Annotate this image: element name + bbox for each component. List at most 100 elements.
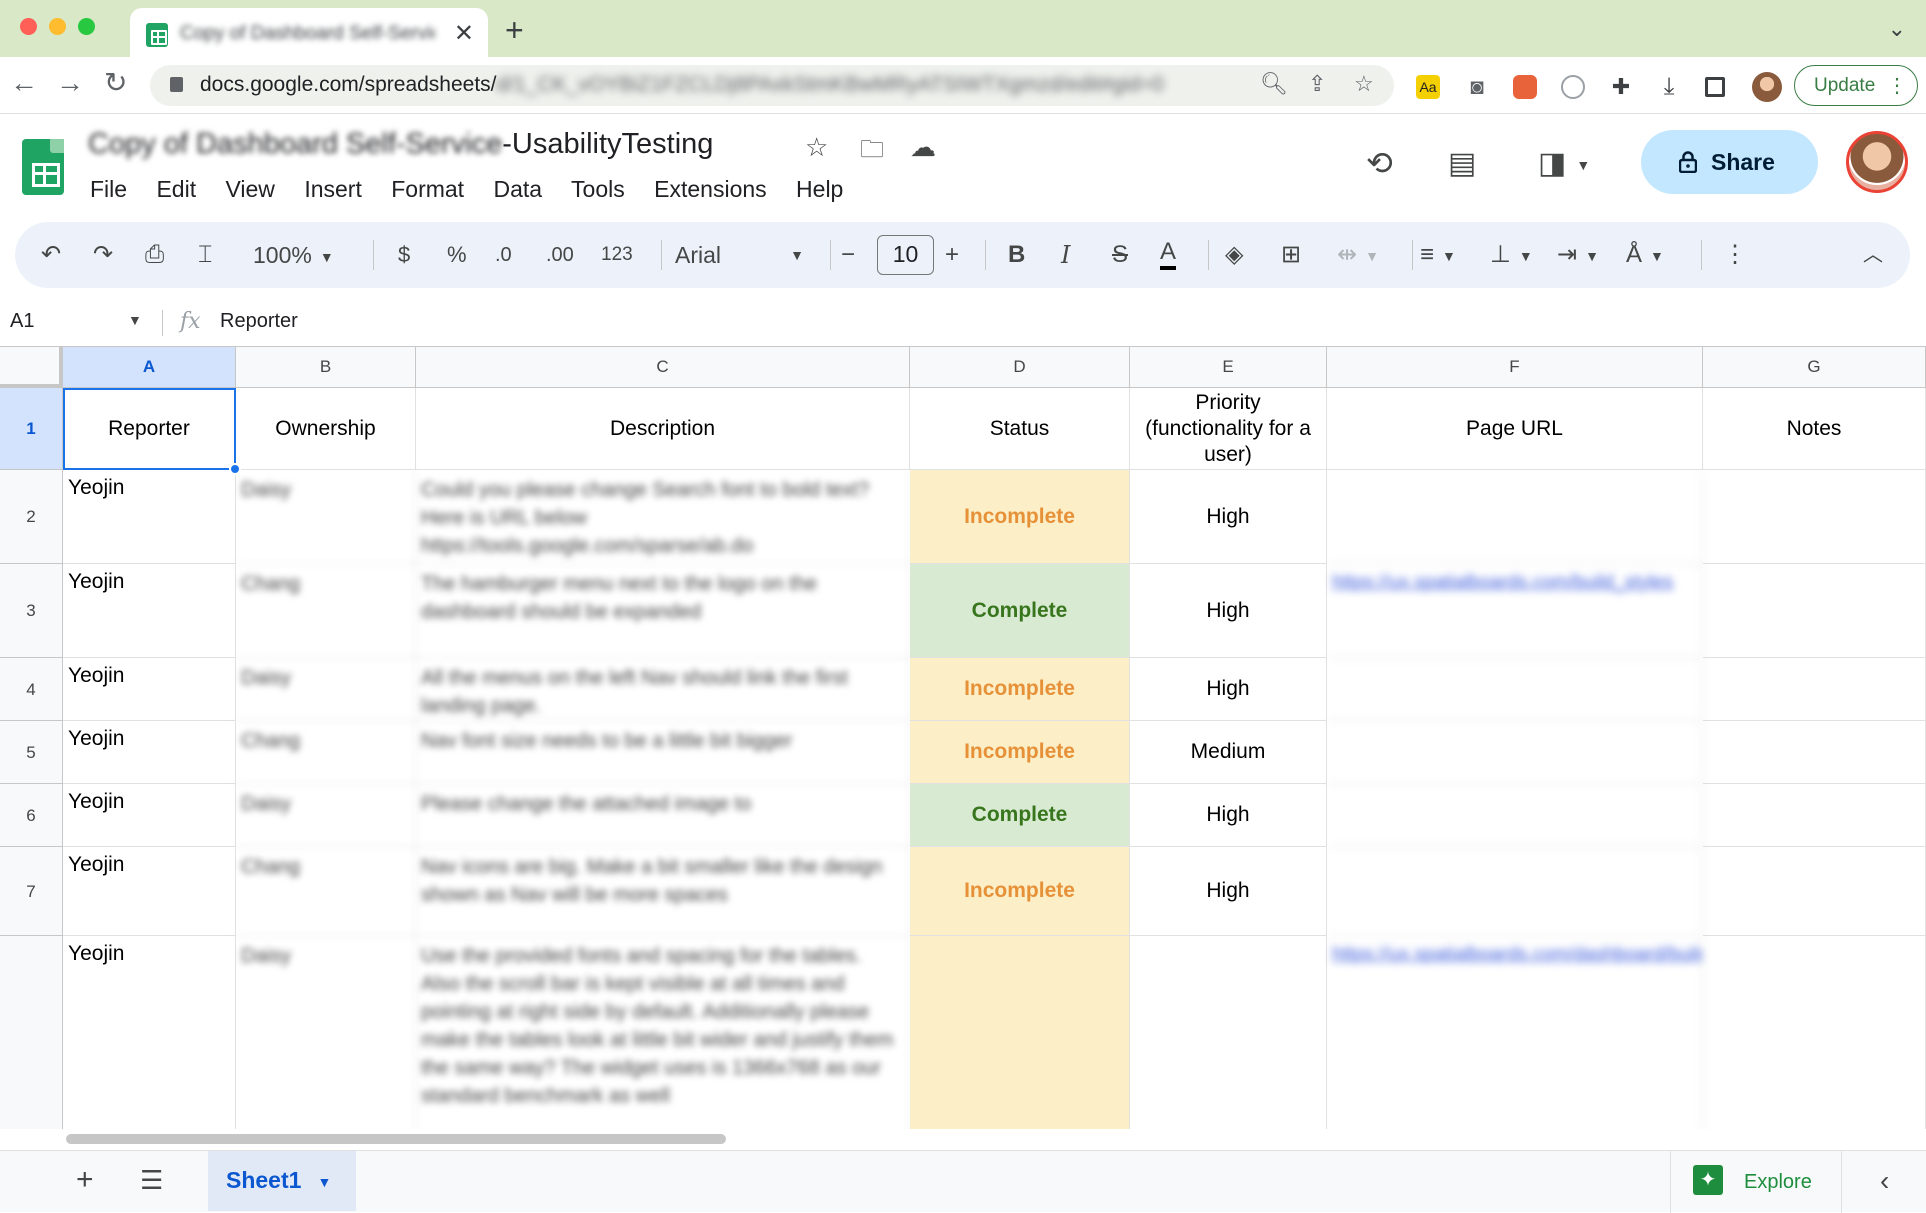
all-sheets-menu-icon[interactable]: ☰ xyxy=(140,1165,163,1196)
row-header-5[interactable]: 5 xyxy=(0,721,63,784)
zoom-select[interactable]: 100% ▼ xyxy=(253,238,334,274)
meet-video-icon[interactable]: ◨ ▼ xyxy=(1538,146,1590,181)
redo-icon[interactable]: ↷ xyxy=(93,238,113,272)
formula-input[interactable]: Reporter xyxy=(220,310,298,333)
cell-c3[interactable]: The hamburger menu next to the logo on t… xyxy=(416,564,910,658)
cell-g4[interactable] xyxy=(1703,658,1926,721)
cell-e4[interactable]: High xyxy=(1130,658,1327,721)
extensions-puzzle-icon[interactable]: ✚ xyxy=(1609,75,1633,99)
cell-g6[interactable] xyxy=(1703,784,1926,847)
cell-c6[interactable]: Please change the attached image to xyxy=(416,784,910,847)
menu-insert[interactable]: Insert xyxy=(304,176,362,202)
cell-b3[interactable]: Chang xyxy=(236,564,416,658)
text-wrapping-icon[interactable]: ⇥ ▼ xyxy=(1557,238,1599,273)
font-family-select[interactable]: Arial ▼ xyxy=(675,238,820,272)
menu-edit[interactable]: Edit xyxy=(156,176,196,202)
add-sheet-button[interactable]: + xyxy=(76,1163,94,1197)
increase-decimal-button[interactable]: .00 xyxy=(546,238,574,272)
cell-a7[interactable]: Yeojin xyxy=(63,847,236,936)
back-button[interactable]: ← xyxy=(10,69,38,97)
cell-g7[interactable] xyxy=(1703,847,1926,936)
cell-a1[interactable]: Reporter xyxy=(63,388,236,470)
cell-g1[interactable]: Notes xyxy=(1703,388,1926,470)
cell-e7[interactable]: High xyxy=(1130,847,1327,936)
cell-d4-status[interactable]: Incomplete xyxy=(910,658,1130,721)
cell-c5[interactable]: Nav font size needs to be a little bit b… xyxy=(416,721,910,784)
cell-d3-status[interactable]: Complete xyxy=(910,564,1130,658)
chevron-down-icon[interactable]: ▼ xyxy=(317,1174,331,1190)
cell-f2[interactable] xyxy=(1327,470,1703,564)
increase-font-size-button[interactable]: + xyxy=(945,238,959,272)
cell-e3[interactable]: High xyxy=(1130,564,1327,658)
cell-c8[interactable]: Use the provided fonts and spacing for t… xyxy=(416,936,910,1129)
cell-c4[interactable]: All the menus on the left Nav should lin… xyxy=(416,658,910,721)
new-tab-button[interactable]: + xyxy=(505,12,524,49)
column-header-g[interactable]: G xyxy=(1703,347,1926,388)
menu-view[interactable]: View xyxy=(225,176,274,202)
cell-e2[interactable]: High xyxy=(1130,470,1327,564)
menu-help[interactable]: Help xyxy=(796,176,843,202)
cell-d6-status[interactable]: Complete xyxy=(910,784,1130,847)
row-header-7[interactable]: 7 xyxy=(0,847,63,936)
share-button[interactable]: Share xyxy=(1641,130,1818,194)
cloud-status-icon[interactable]: ☁ xyxy=(910,132,936,163)
cell-g2[interactable] xyxy=(1703,470,1926,564)
percent-format-button[interactable]: % xyxy=(447,238,467,272)
cell-f6[interactable] xyxy=(1327,784,1703,847)
cell-c2[interactable]: Could you please change Search font to b… xyxy=(416,470,910,564)
column-header-b[interactable]: B xyxy=(236,347,416,388)
cell-d7-status[interactable]: Incomplete xyxy=(910,847,1130,936)
menu-tools[interactable]: Tools xyxy=(571,176,625,202)
share-page-icon[interactable]: ⇪ xyxy=(1308,71,1326,97)
cell-b8[interactable]: Daisy xyxy=(236,936,416,1129)
more-formats-button[interactable]: 123 xyxy=(601,238,633,272)
cell-a6[interactable]: Yeojin xyxy=(63,784,236,847)
print-icon[interactable]: ⎙ xyxy=(145,238,164,272)
cell-a3[interactable]: Yeojin xyxy=(63,564,236,658)
collapse-side-panel-icon[interactable]: ‹ xyxy=(1880,1165,1889,1197)
browser-tab[interactable]: Copy of Dashboard Self-Service - Google … xyxy=(130,8,488,57)
cell-f1[interactable]: Page URL xyxy=(1327,388,1703,470)
url-input[interactable]: docs.google.com/spreadsheets/d/1_CK_vOYB… xyxy=(150,65,1394,106)
more-options-icon[interactable]: ⋮ xyxy=(1723,238,1747,272)
account-avatar[interactable] xyxy=(1846,131,1908,193)
italic-button[interactable]: I xyxy=(1061,238,1070,272)
bold-button[interactable]: B xyxy=(1008,238,1025,272)
cell-b7[interactable]: Chang xyxy=(236,847,416,936)
vertical-align-icon[interactable]: ⊥ ▼ xyxy=(1490,238,1533,273)
menu-format[interactable]: Format xyxy=(391,176,464,202)
select-all-corner[interactable] xyxy=(0,347,63,388)
borders-icon[interactable]: ⊞ xyxy=(1281,238,1301,272)
cell-a5[interactable]: Yeojin xyxy=(63,721,236,784)
update-button[interactable]: Update ⋮ xyxy=(1794,65,1918,106)
strikethrough-button[interactable]: S xyxy=(1112,238,1128,272)
forward-button[interactable]: → xyxy=(56,69,84,97)
bookmark-star-icon[interactable]: ☆ xyxy=(1354,71,1374,97)
zoom-icon[interactable]: 🔍︎ xyxy=(1260,71,1288,97)
row-header-4[interactable]: 4 xyxy=(0,658,63,721)
download-icon[interactable]: ⤓ xyxy=(1657,75,1681,99)
sheet-tab-active[interactable]: Sheet1 ▼ xyxy=(208,1151,356,1211)
cell-e6[interactable]: High xyxy=(1130,784,1327,847)
cell-d5-status[interactable]: Incomplete xyxy=(910,721,1130,784)
tab-search-chevron-icon[interactable]: ⌄ xyxy=(1888,16,1906,42)
cell-g3[interactable] xyxy=(1703,564,1926,658)
dictionary-extension-icon[interactable]: Aa xyxy=(1416,75,1440,99)
version-history-icon[interactable]: ⟲ xyxy=(1366,144,1393,182)
cell-e8[interactable] xyxy=(1130,936,1327,1129)
row-header-3[interactable]: 3 xyxy=(0,564,63,658)
row-header-8[interactable] xyxy=(0,936,63,1129)
cell-f7[interactable] xyxy=(1327,847,1703,936)
cell-c7[interactable]: Nav icons are big. Make a bit smaller li… xyxy=(416,847,910,936)
cell-a8[interactable]: Yeojin xyxy=(63,936,236,1129)
column-header-c[interactable]: C xyxy=(416,347,910,388)
row-header-1[interactable]: 1 xyxy=(0,388,63,470)
column-header-d[interactable]: D xyxy=(910,347,1130,388)
explore-button[interactable]: ✦ Explore xyxy=(1670,1151,1842,1213)
undo-icon[interactable]: ↶ xyxy=(41,238,61,272)
decrease-decimal-button[interactable]: .0 xyxy=(495,238,512,272)
font-size-input[interactable]: 10 xyxy=(877,235,934,275)
menu-file[interactable]: File xyxy=(90,176,127,202)
menu-data[interactable]: Data xyxy=(493,176,542,202)
column-header-e[interactable]: E xyxy=(1130,347,1327,388)
